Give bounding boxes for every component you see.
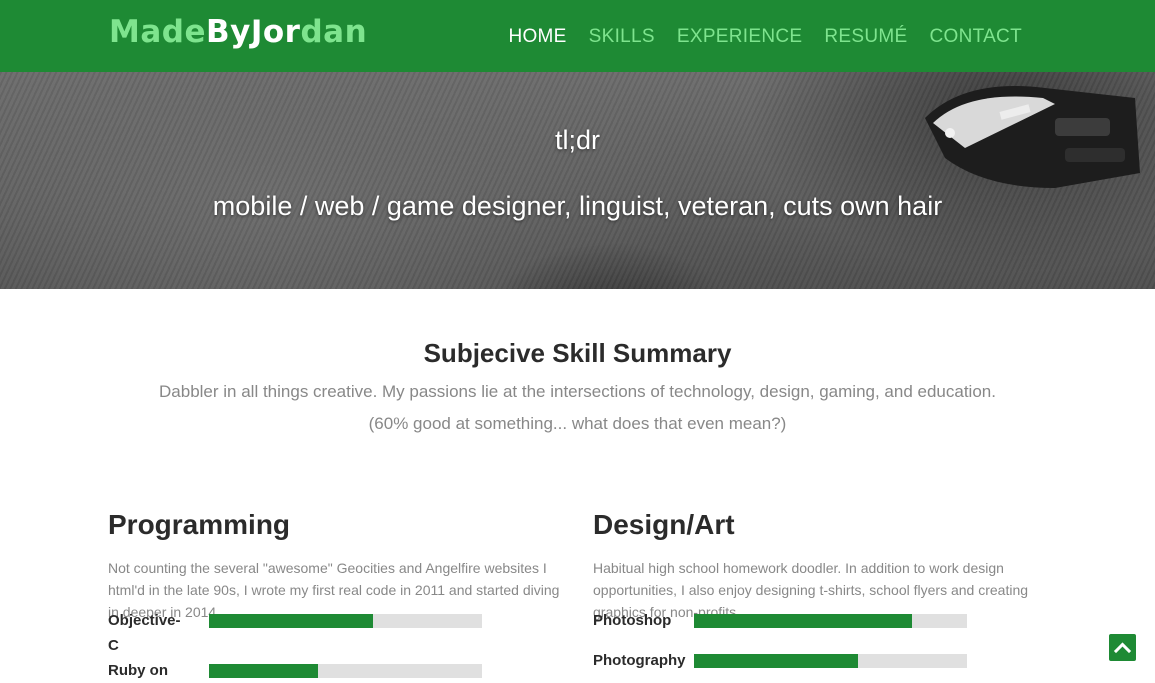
logo-part-made: Made [109, 14, 206, 50]
chevron-up-icon [1113, 642, 1132, 654]
skill-bar-fill [209, 614, 373, 628]
skill-bar-fill [209, 664, 319, 678]
top-navbar: MadeByJordan HOME SKILLS EXPERIENCE RESU… [0, 0, 1155, 72]
skill-summary-text: Dabbler in all things creative. My passi… [0, 376, 1155, 440]
skill-label: Ruby on [108, 662, 168, 679]
skill-bar-fill [694, 614, 913, 628]
programming-heading: Programming [108, 509, 291, 540]
nav-item-resume[interactable]: RESUMÉ [824, 22, 907, 52]
skill-bar-fill [694, 654, 858, 668]
summary-line-2: (60% good at something... what does that… [368, 414, 787, 433]
hero-subtitle: mobile / web / game designer, linguist, … [212, 191, 943, 221]
main-nav: HOME SKILLS EXPERIENCE RESUMÉ CONTACT [486, 22, 1022, 52]
programming-section: Programming Not counting the several "aw… [108, 505, 568, 679]
skill-bar-track [694, 614, 967, 628]
skill-bar-track [209, 614, 482, 628]
site-logo[interactable]: MadeByJordan [109, 12, 367, 52]
nav-item-skills[interactable]: SKILLS [589, 22, 655, 52]
skill-label: Objective-C [108, 612, 181, 654]
summary-line-1: Dabbler in all things creative. My passi… [159, 382, 996, 401]
back-to-top-button[interactable] [1109, 634, 1136, 661]
skill-summary-heading: Subjecive Skill Summary [423, 338, 732, 368]
skill-bar-track [209, 664, 482, 678]
logo-part-byjor: ByJor [205, 14, 301, 50]
hero-title: tl;dr [554, 125, 600, 155]
nav-item-experience[interactable]: EXPERIENCE [677, 22, 802, 52]
design-section: Design/Art Habitual high school homework… [593, 505, 1053, 669]
nav-item-home[interactable]: HOME [508, 22, 566, 52]
hero-banner: tl;dr mobile / web / game designer, ling… [0, 72, 1155, 289]
logo-part-dan: dan [300, 14, 368, 50]
skill-bar-track [694, 654, 967, 668]
skill-label: Photoshop [593, 612, 672, 629]
design-heading: Design/Art [593, 509, 735, 540]
nav-item-contact[interactable]: CONTACT [929, 22, 1022, 52]
skill-label: Photography [593, 652, 686, 669]
